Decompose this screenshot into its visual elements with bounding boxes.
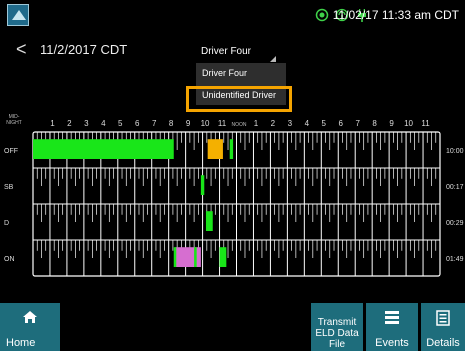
home-icon (0, 310, 60, 328)
duty-segment (207, 139, 223, 159)
row-total: 10:00 (446, 148, 464, 155)
duty-segment (205, 211, 213, 231)
hour-label: 10 (404, 119, 413, 128)
log-grid-svg: MID-NIGHT 1 2 3 4 5 6 7 8 9 10 11 NOON 1 2 3 4 5 6 7 8 9 10 11O… (4, 114, 464, 294)
hour-label: 11 (421, 119, 430, 128)
hour-label: 5 (118, 119, 123, 128)
location-icon (315, 8, 329, 22)
status-bar: 11/02/17 11:33 am CDT (0, 0, 465, 30)
transmit-eld-label-line: File (328, 339, 346, 350)
bottom-nav: Home Transmit ELD Data File Events Details (0, 303, 465, 351)
hour-label: 4 (101, 119, 106, 128)
row-total: 00:17 (446, 184, 464, 191)
hour-label: 3 (84, 119, 89, 128)
details-button[interactable]: Details (421, 303, 465, 351)
dropdown-option-driver-four[interactable]: Driver Four (196, 63, 286, 83)
row-total: 00:29 (446, 220, 464, 227)
duty-segment (33, 139, 174, 159)
hour-label: 6 (135, 119, 140, 128)
hour-label: NIGHT (6, 120, 22, 126)
hour-label: 11 (218, 119, 227, 128)
hour-label: 5 (322, 119, 327, 128)
hour-label: 9 (389, 119, 394, 128)
log-date: 11/2/2017 CDT (40, 42, 128, 57)
app-logo-icon[interactable] (7, 4, 29, 26)
duty-segment (219, 247, 227, 267)
driver-select-value: Driver Four (201, 46, 252, 57)
back-button[interactable]: < (16, 39, 27, 60)
duty-segment (173, 247, 177, 267)
hour-label: 9 (186, 119, 191, 128)
events-button[interactable]: Events (366, 303, 418, 351)
transmit-eld-label-line: ELD Data (315, 328, 359, 339)
hour-label: 4 (305, 119, 310, 128)
duty-segment (200, 175, 205, 195)
hour-label: NOON (231, 122, 246, 128)
row-label: OFF (4, 148, 18, 155)
dropdown-arrow-icon (270, 56, 276, 62)
transmit-eld-button[interactable]: Transmit ELD Data File (311, 303, 363, 351)
hour-label: 1 (254, 119, 259, 128)
hour-label: 10 (201, 119, 210, 128)
duty-segment (229, 139, 234, 159)
row-label: ON (4, 256, 15, 263)
document-icon (421, 310, 465, 330)
hour-label: 7 (152, 119, 157, 128)
hour-label: 3 (288, 119, 293, 128)
hour-label: 2 (67, 119, 72, 128)
driver-select[interactable]: Driver Four (196, 42, 280, 65)
duty-segment (175, 247, 201, 267)
status-time: 11/02/17 11:33 am CDT (332, 8, 459, 22)
transmit-eld-label: Transmit ELD Data File (311, 317, 363, 350)
row-label: D (4, 220, 9, 227)
highlight-box (186, 86, 292, 112)
duty-segment (194, 247, 197, 267)
hour-label: 1 (50, 119, 55, 128)
hour-label: 8 (169, 119, 174, 128)
home-button[interactable]: Home (0, 303, 60, 351)
hour-label: 8 (372, 119, 377, 128)
hour-label: 7 (355, 119, 360, 128)
transmit-eld-label-line: Transmit (317, 317, 357, 328)
row-label: SB (4, 184, 14, 191)
row-total: 01:49 (446, 256, 464, 263)
list-icon (366, 310, 418, 328)
hour-label: 2 (271, 119, 276, 128)
log-grid: MID- NIGHT 1 2 3 4 5 6 7 8 9 10 11 NOON 1 2 3 4 5 6 7 8 9 10 11 O… (0, 110, 465, 294)
hour-label: 6 (339, 119, 344, 128)
